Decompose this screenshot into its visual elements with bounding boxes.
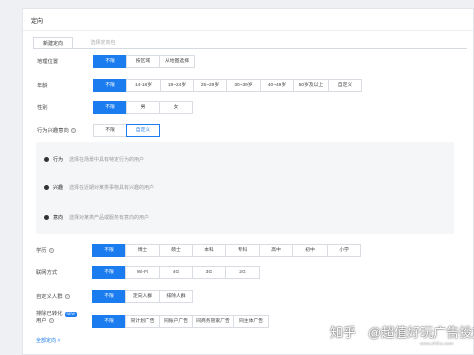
divider <box>23 30 473 31</box>
intent-label: 行为兴趣意向? <box>37 125 76 137</box>
intention-dot-icon <box>44 215 49 220</box>
exclude-converted-label: 排除已转化 NEW 用户? <box>36 311 77 325</box>
gender-option-male[interactable]: 男 <box>126 101 160 114</box>
age-option-40-49[interactable]: 40~49岁 <box>260 79 294 92</box>
chevron-up-icon: ˄ <box>56 338 61 344</box>
education-option-college[interactable]: 专科 <box>225 244 260 257</box>
education-option-master[interactable]: 硕士 <box>159 244 193 257</box>
exclude-converted-option-same-entity[interactable]: 同主体广告 <box>233 315 269 328</box>
age-option-50-plus[interactable]: 50岁及以上 <box>293 79 329 92</box>
all-targeting-link[interactable]: 全部定向 ˄ <box>36 337 60 344</box>
education-option-primary[interactable]: 小学 <box>327 244 361 257</box>
help-icon[interactable]: ? <box>48 318 54 324</box>
behavior-dot-icon <box>44 157 49 162</box>
education-option-middleschool[interactable]: 初中 <box>292 244 328 257</box>
new-badge: NEW <box>64 312 77 317</box>
tabs-divider <box>33 48 467 49</box>
age-option-unlimited[interactable]: 不限 <box>93 79 127 92</box>
network-label: 联网方式 <box>36 270 58 276</box>
help-icon[interactable]: ? <box>64 294 70 300</box>
custom-audience-option-unlimited[interactable]: 不限 <box>92 290 126 303</box>
section-title: 定向 <box>31 19 44 25</box>
gender-options: 不限 男 女 <box>93 101 193 114</box>
all-targeting-link-text: 全部定向 <box>36 338 57 344</box>
education-label: 学历? <box>36 245 54 257</box>
education-label-text: 学历 <box>36 248 47 254</box>
network-options: 不限 Wi-Fi 4G 3G 2G <box>92 266 260 279</box>
behavior-name: 行为 <box>53 157 64 163</box>
age-option-30-39[interactable]: 30~39岁 <box>226 79 261 92</box>
exclude-converted-option-same-plan[interactable]: 同计划广告 <box>125 315 160 328</box>
age-label: 年龄 <box>37 83 48 89</box>
custom-audience-options: 不限 定向人群 排除人群 <box>92 290 193 303</box>
watermark: 知乎 @超值好玩广告投放 <box>330 322 474 341</box>
intention-desc: 选择对某类产品或服务有意向的用户 <box>69 215 150 221</box>
intent-label-text: 行为兴趣意向 <box>37 128 69 134</box>
network-option-wifi[interactable]: Wi-Fi <box>125 266 160 279</box>
education-option-phd[interactable]: 博士 <box>125 244 160 257</box>
help-icon[interactable]: ? <box>48 248 54 254</box>
interest-dot-icon <box>44 185 49 190</box>
gender-label: 性别 <box>37 105 48 111</box>
gender-option-female[interactable]: 女 <box>159 101 193 114</box>
intent-options: 不限 自定义 <box>93 124 160 137</box>
watermark-brand: 知乎 <box>330 325 357 340</box>
custom-audience-label-text: 自定义人群 <box>36 294 63 300</box>
custom-audience-option-exclude[interactable]: 排除人群 <box>159 290 193 303</box>
education-option-bachelor[interactable]: 本科 <box>192 244 226 257</box>
custom-audience-option-include[interactable]: 定向人群 <box>125 290 160 303</box>
age-option-19-24[interactable]: 19~24岁 <box>160 79 194 92</box>
geo-options: 不限 按区域 从地图选择 <box>93 55 195 68</box>
geo-option-unlimited[interactable]: 不限 <box>93 55 127 68</box>
network-option-4g[interactable]: 4G <box>159 266 193 279</box>
behavior-item[interactable]: 行为 选择在场景中具有特定行为的用户 <box>44 156 144 163</box>
education-option-unlimited[interactable]: 不限 <box>92 244 126 257</box>
exclude-converted-option-unlimited[interactable]: 不限 <box>92 315 126 328</box>
exclude-converted-label-line1: 排除已转化 <box>36 311 63 317</box>
intention-name: 意向 <box>53 215 64 221</box>
age-options: 不限 14-18岁 19~24岁 25~29岁 30~39岁 40~49岁 50… <box>93 79 362 92</box>
interest-desc: 选择在近期对某类事物具有兴趣的用户 <box>69 185 155 191</box>
watermark-url: www.zhihu.com <box>420 342 454 347</box>
geo-label: 地理位置 <box>37 59 59 65</box>
education-options: 不限 博士 硕士 本科 专科 高中 初中 小学 <box>92 244 361 257</box>
behavior-desc: 选择在场景中具有特定行为的用户 <box>69 157 145 163</box>
intent-option-custom[interactable]: 自定义 <box>126 124 160 137</box>
exclude-converted-options: 不限 同计划广告 同账户广告 同商务管家广告 同主体广告 <box>92 315 269 328</box>
education-option-highschool[interactable]: 高中 <box>259 244 293 257</box>
intention-item[interactable]: 意向 选择对某类产品或服务有意向的用户 <box>44 214 149 221</box>
interest-item[interactable]: 兴趣 选择在近期对某类事物具有兴趣的用户 <box>44 184 154 191</box>
age-option-25-29[interactable]: 25~29岁 <box>193 79 227 92</box>
network-option-2g[interactable]: 2G <box>225 266 260 279</box>
age-option-14-18[interactable]: 14-18岁 <box>126 79 161 92</box>
help-icon[interactable]: ? <box>70 128 76 134</box>
exclude-converted-option-same-account[interactable]: 同账户广告 <box>159 315 193 328</box>
geo-option-map[interactable]: 从地图选择 <box>159 55 195 68</box>
network-option-3g[interactable]: 3G <box>192 266 226 279</box>
custom-audience-label: 自定义人群? <box>36 291 70 303</box>
watermark-author: @超值好玩广告投放 <box>368 325 474 340</box>
intent-option-unlimited[interactable]: 不限 <box>93 124 127 137</box>
exclude-converted-option-same-manager[interactable]: 同商务管家广告 <box>192 315 234 328</box>
gender-option-unlimited[interactable]: 不限 <box>93 101 127 114</box>
geo-option-region[interactable]: 按区域 <box>126 55 160 68</box>
exclude-converted-label-line2: 用户 <box>36 318 47 324</box>
network-option-unlimited[interactable]: 不限 <box>92 266 126 279</box>
interest-name: 兴趣 <box>53 185 64 191</box>
age-option-custom[interactable]: 自定义 <box>328 79 362 92</box>
